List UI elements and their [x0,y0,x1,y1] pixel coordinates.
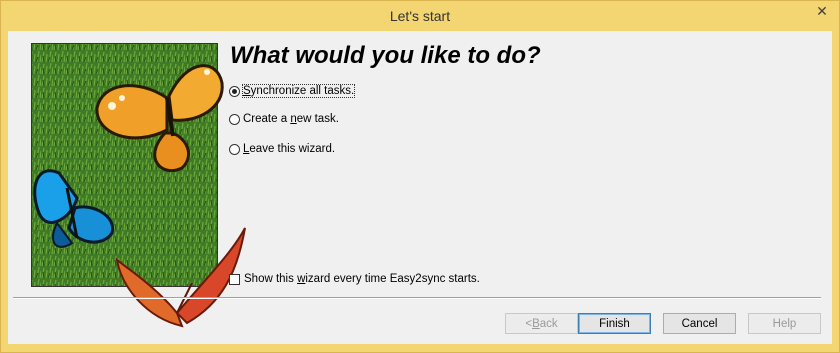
cancel-button[interactable]: Cancel [663,313,736,334]
radio-synchronize-all[interactable] [229,85,240,97]
option-synchronize-all[interactable]: Synchronize all tasks. [229,83,356,99]
option-create-new-task[interactable]: Create a new task. [229,111,339,127]
close-icon: ✕ [816,3,828,19]
radio-create-new-task[interactable] [229,113,240,125]
page-heading: What would you like to do? [230,42,541,69]
butterflies-illustration [32,44,246,328]
option-label: Leave this wizard. [243,143,336,155]
button-separator [13,297,821,299]
show-wizard-label: Show this wizard every time Easy2sync st… [244,273,480,285]
finish-button[interactable]: Finish [578,313,651,334]
wizard-window: Let's start ✕ What would you like to do?… [0,0,840,353]
show-wizard-checkbox[interactable] [229,273,240,285]
wizard-body: What would you like to do? Synchronize a… [8,31,832,344]
window-title: Let's start [389,8,451,24]
option-leave-wizard[interactable]: Leave this wizard. [229,141,335,157]
show-wizard-checkbox-row[interactable]: Show this wizard every time Easy2sync st… [229,271,480,287]
butterflies-on-grass-image [31,43,246,328]
title-bar: Let's start ✕ [1,1,839,31]
help-button[interactable]: Help [748,313,821,334]
option-label: Create a new task. [243,113,339,125]
radio-leave-wizard[interactable] [229,143,240,155]
option-label: Synchronize all tasks. [241,84,356,98]
back-button[interactable]: < Back [505,313,578,334]
close-button[interactable]: ✕ [805,1,839,22]
